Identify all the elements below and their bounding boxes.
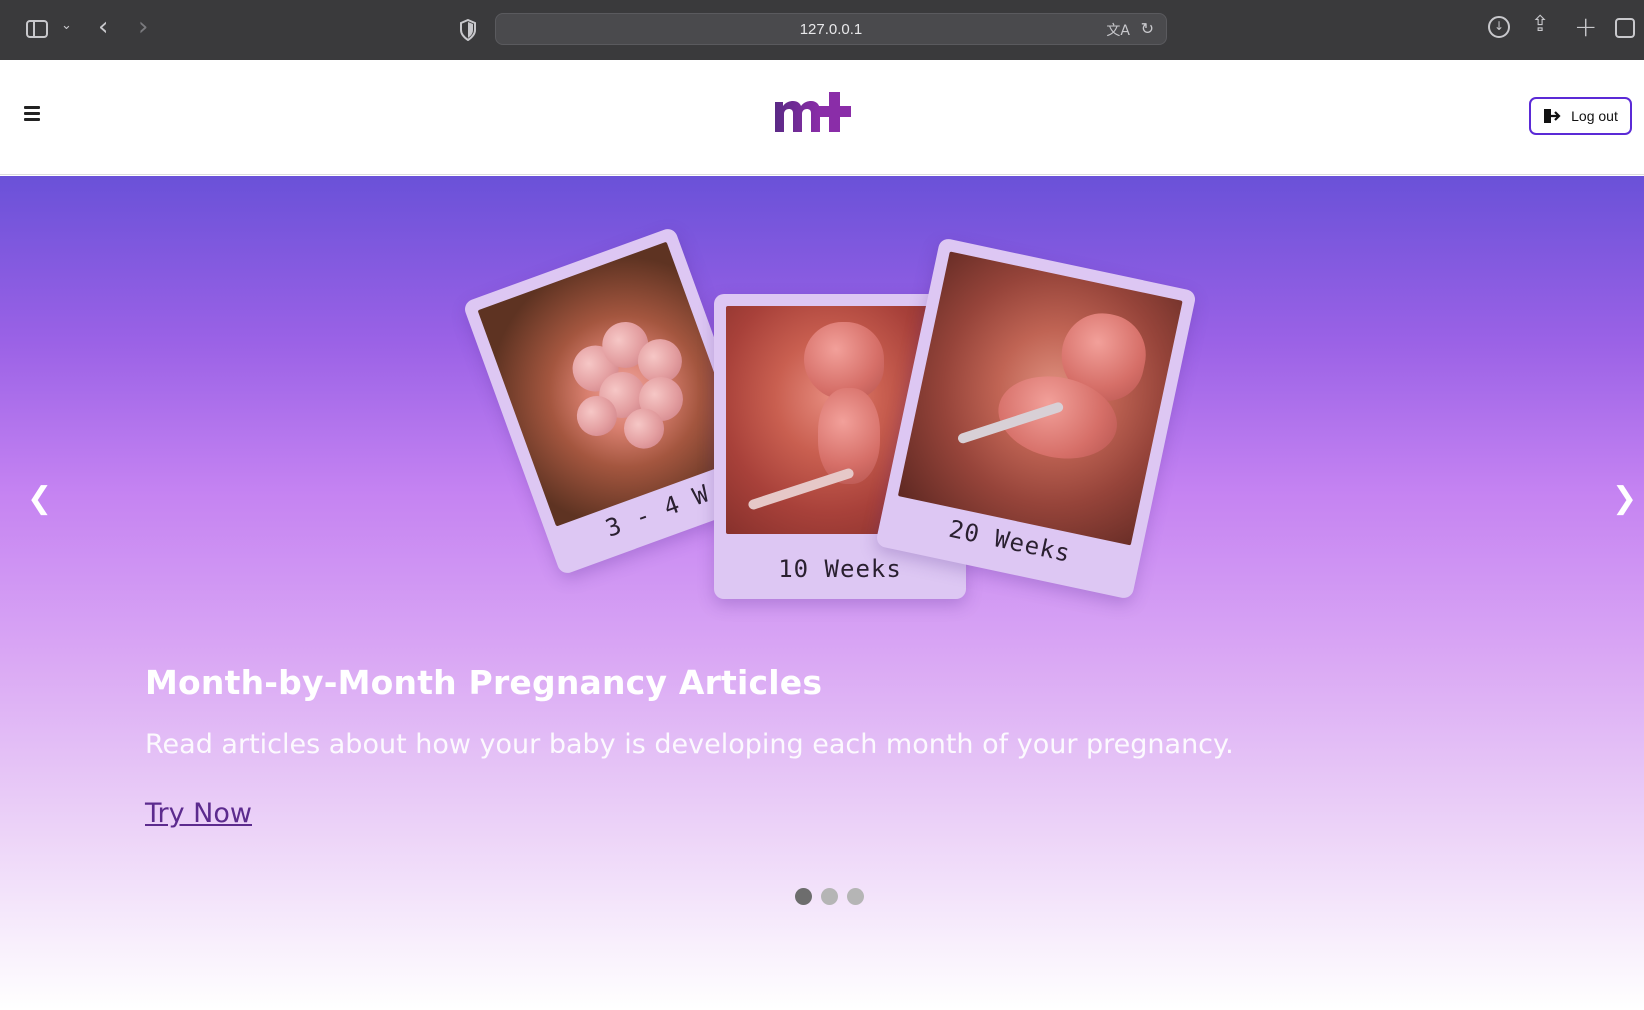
address-bar[interactable]: 127.0.0.1 文A ↻ — [495, 13, 1167, 45]
carousel-dot-2[interactable] — [821, 888, 838, 905]
carousel-next-button[interactable]: ❯ — [1612, 481, 1637, 516]
browser-toolbar: ⌄ ‹ › 127.0.0.1 文A ↻ ↓ ⇪ + — [0, 0, 1644, 60]
logout-button[interactable]: Log out — [1529, 97, 1632, 135]
logout-label: Log out — [1571, 108, 1618, 124]
reload-icon[interactable]: ↻ — [1141, 19, 1154, 38]
share-icon[interactable]: ⇪ — [1531, 12, 1549, 37]
menu-icon[interactable] — [24, 106, 40, 121]
card-caption: 10 Weeks — [778, 555, 902, 583]
card-20-weeks: 20 Weeks — [875, 237, 1197, 600]
brand-logo[interactable] — [773, 90, 857, 134]
new-tab-icon[interactable]: + — [1574, 10, 1597, 43]
logout-icon — [1544, 109, 1561, 123]
sidebar-toggle-icon[interactable] — [26, 20, 48, 38]
carousel-dot-1[interactable] — [795, 888, 812, 905]
carousel-dot-3[interactable] — [847, 888, 864, 905]
tabs-overview-icon[interactable] — [1615, 18, 1635, 38]
hero-title: Month-by-Month Pregnancy Articles — [145, 663, 823, 702]
chevron-down-icon[interactable]: ⌄ — [61, 18, 72, 33]
forward-icon[interactable]: › — [138, 12, 148, 42]
hero-carousel: ❮ ❯ 3 - 4 W 10 Weeks 20 Weeks Month-by-M… — [0, 176, 1644, 1010]
translate-icon[interactable]: 文A — [1106, 20, 1130, 40]
url-text: 127.0.0.1 — [799, 21, 863, 38]
try-now-link[interactable]: Try Now — [145, 798, 252, 829]
fetus-20-weeks-image — [897, 251, 1183, 546]
hero-subtitle: Read articles about how your baby is dev… — [145, 729, 1234, 760]
carousel-indicators — [795, 888, 864, 905]
shield-icon[interactable] — [459, 19, 477, 41]
carousel-prev-button[interactable]: ❮ — [27, 481, 52, 516]
site-header: Log out — [0, 60, 1644, 175]
back-icon[interactable]: ‹ — [98, 12, 108, 42]
download-icon[interactable]: ↓ — [1488, 16, 1510, 38]
